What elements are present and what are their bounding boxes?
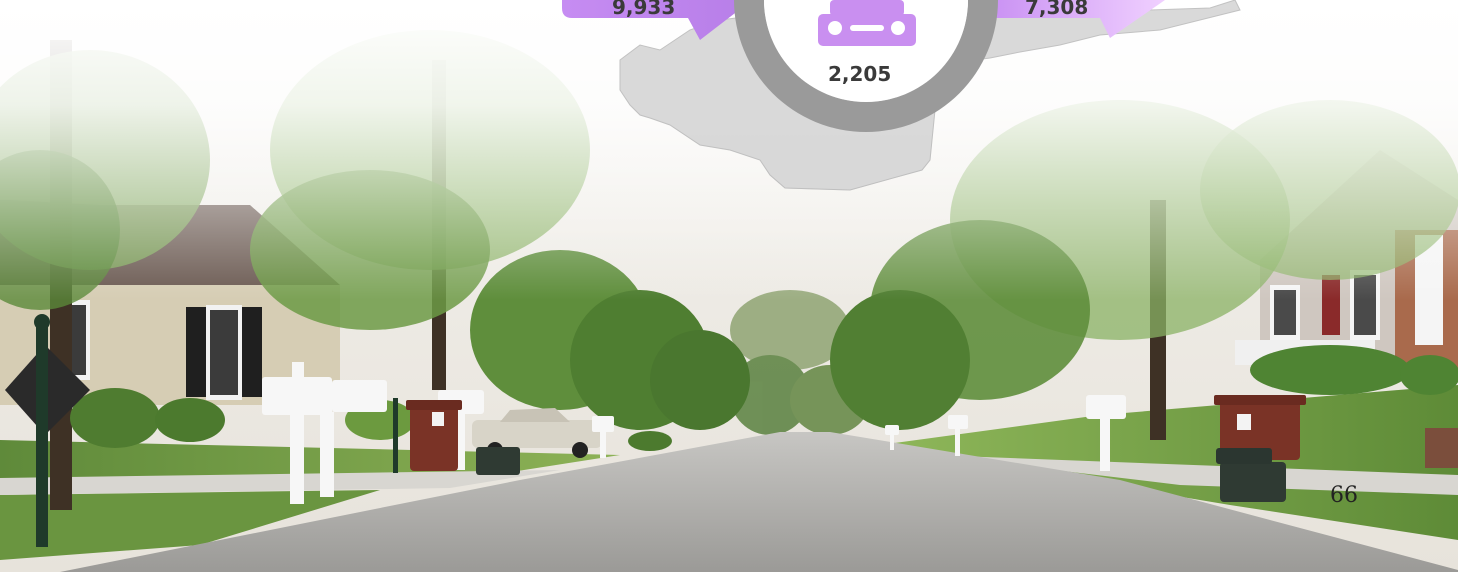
center-value: 2,205 bbox=[828, 62, 892, 86]
lamp-post bbox=[393, 398, 398, 473]
left-callout-value: 9,933 bbox=[612, 0, 676, 19]
top-fade-overlay bbox=[0, 0, 1458, 300]
right-callout-value: 7,308 bbox=[1025, 0, 1089, 19]
page-number: 66 bbox=[1330, 483, 1358, 508]
